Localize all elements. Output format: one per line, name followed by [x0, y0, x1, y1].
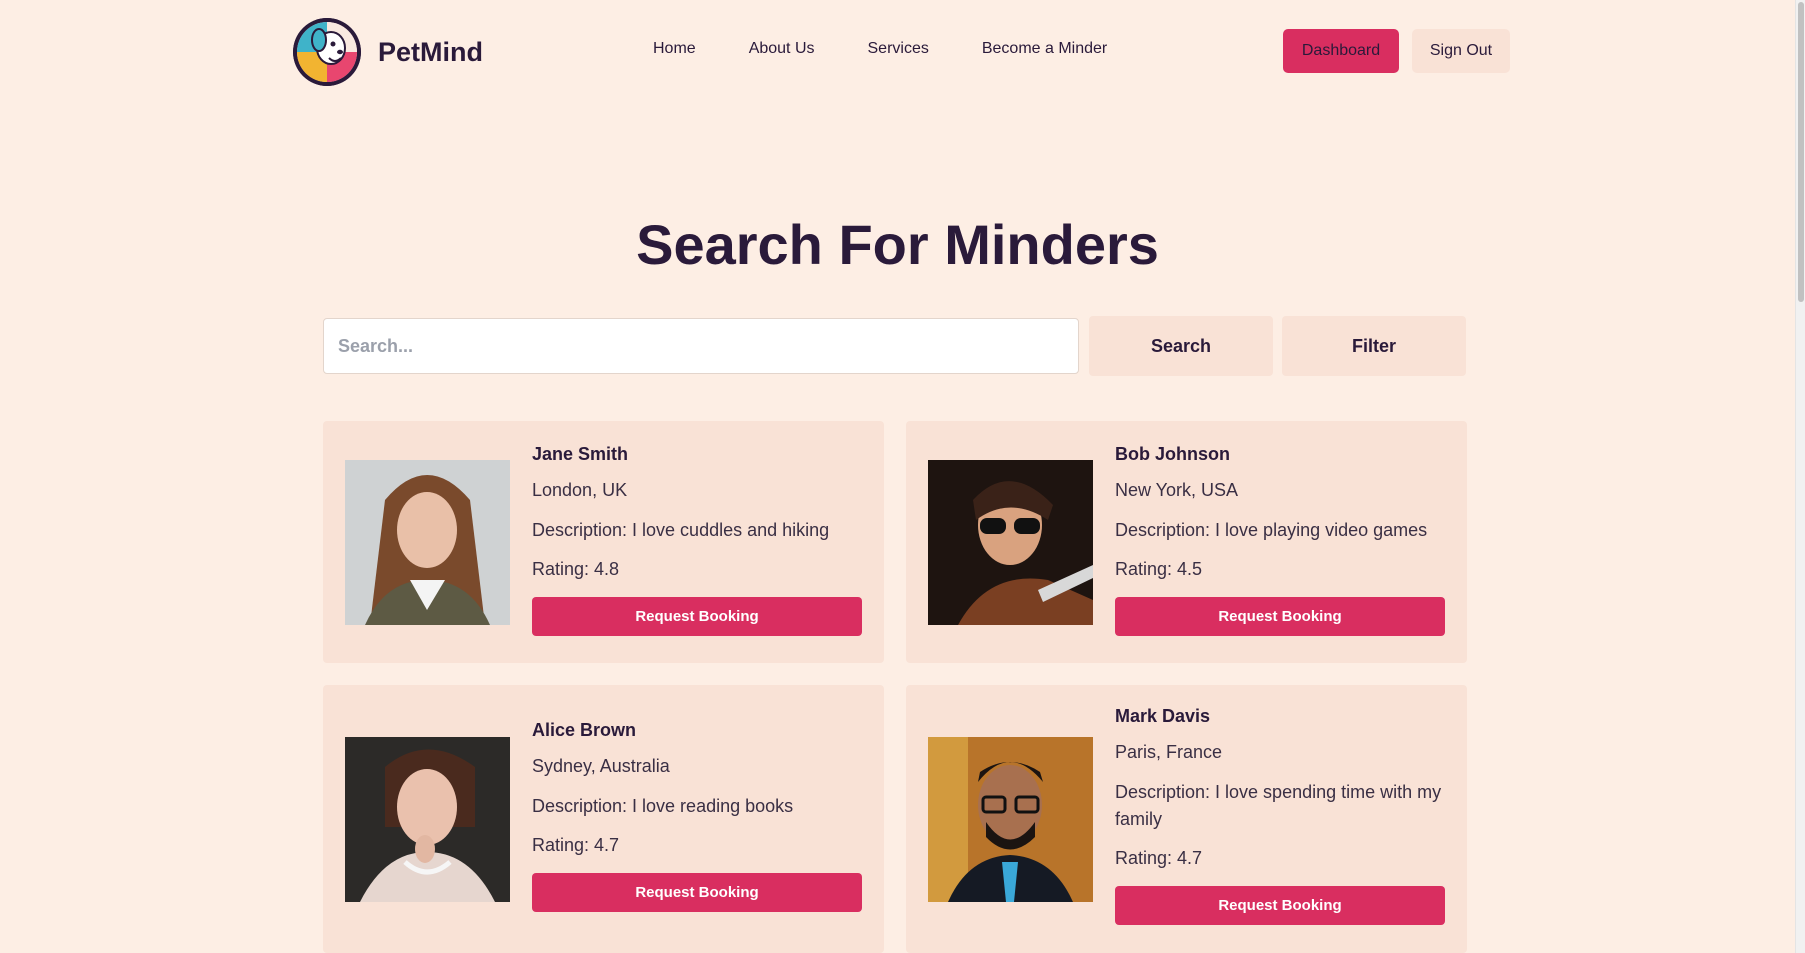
minder-name: Jane Smith	[532, 444, 629, 464]
minder-location: Sydney, Australia	[532, 756, 670, 776]
search-input[interactable]	[323, 318, 1079, 374]
minder-photo	[345, 460, 510, 625]
request-booking-button[interactable]: Request Booking	[532, 597, 862, 636]
dashboard-button[interactable]: Dashboard	[1283, 29, 1399, 73]
request-booking-button[interactable]: Request Booking	[532, 873, 862, 912]
nav-item-services[interactable]: Services	[868, 40, 929, 58]
minder-photo	[345, 737, 510, 902]
nav-item-home[interactable]: Home	[653, 40, 696, 58]
main-nav: Home About Us Services Become a Minder	[653, 40, 1160, 58]
minder-info: Bob Johnson New York, USA Description: I…	[1115, 444, 1445, 636]
minder-card: Jane Smith London, UK Description: I lov…	[323, 421, 884, 663]
minder-rating: Rating: 4.8	[532, 559, 620, 579]
minder-rating: Rating: 4.7	[532, 835, 620, 855]
brand[interactable]: PetMind	[293, 18, 483, 86]
search-button[interactable]: Search	[1089, 316, 1273, 376]
minder-card: Mark Davis Paris, France Description: I …	[906, 685, 1467, 953]
minder-location: New York, USA	[1115, 480, 1239, 500]
brand-name: PetMind	[378, 36, 483, 67]
site-header: PetMind Home About Us Services Become a …	[0, 0, 1795, 102]
minder-description: Description: I love cuddles and hiking	[532, 520, 830, 540]
filter-button[interactable]: Filter	[1282, 316, 1466, 376]
minder-info: Jane Smith London, UK Description: I lov…	[532, 444, 862, 636]
minder-photo	[928, 460, 1093, 625]
scrollbar-thumb[interactable]	[1798, 2, 1804, 302]
minder-description: Description: I love spending time with m…	[1115, 782, 1442, 829]
minder-rating: Rating: 4.7	[1115, 848, 1203, 868]
page-title: Search For Minders	[636, 213, 1159, 276]
minder-card: Alice Brown Sydney, Australia Descriptio…	[323, 685, 884, 953]
nav-item-about-us[interactable]: About Us	[749, 40, 815, 58]
minder-name: Bob Johnson	[1115, 444, 1230, 464]
minder-location: London, UK	[532, 480, 628, 500]
minder-rating: Rating: 4.5	[1115, 559, 1203, 579]
dog-logo-icon	[293, 18, 361, 86]
minder-info: Mark Davis Paris, France Description: I …	[1115, 706, 1445, 925]
minder-name: Alice Brown	[532, 720, 637, 740]
minder-description: Description: I love playing video games	[1115, 520, 1428, 540]
request-booking-button[interactable]: Request Booking	[1115, 597, 1445, 636]
minder-name: Mark Davis	[1115, 706, 1211, 726]
nav-item-become-a-minder[interactable]: Become a Minder	[982, 40, 1107, 58]
minder-location: Paris, France	[1115, 742, 1223, 762]
sign-out-button[interactable]: Sign Out	[1412, 29, 1510, 73]
minder-photo	[928, 737, 1093, 902]
minder-description: Description: I love reading books	[532, 796, 794, 816]
minder-card: Bob Johnson New York, USA Description: I…	[906, 421, 1467, 663]
request-booking-button[interactable]: Request Booking	[1115, 886, 1445, 925]
minder-info: Alice Brown Sydney, Australia Descriptio…	[532, 720, 862, 912]
page-scrollbar[interactable]	[1795, 0, 1805, 953]
